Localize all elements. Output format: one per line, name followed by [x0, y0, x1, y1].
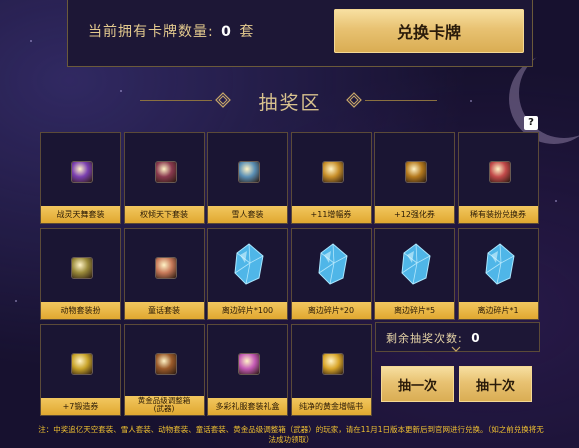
- prize-label: +12强化券: [375, 206, 454, 223]
- prize-cell[interactable]: 离边碎片*1: [457, 228, 539, 320]
- draw-ten-button[interactable]: 抽十次: [459, 366, 532, 402]
- animal-costume-box-icon: [72, 258, 92, 278]
- snowman-costume-box-icon: [239, 162, 259, 182]
- prize-cell[interactable]: 离边碎片*100: [207, 228, 288, 320]
- purple-costume-box-icon: [155, 162, 176, 182]
- prize-cell[interactable]: 离边碎片*20: [290, 228, 372, 320]
- blue-crystal-icon: [401, 243, 431, 285]
- prize-cell[interactable]: 权倾天下套装: [123, 132, 205, 224]
- draw-panel: 剩余抽奖次数: 0 抽一次 抽十次: [375, 322, 540, 416]
- prize-cell[interactable]: +12强化券: [374, 132, 455, 224]
- card-count-value: 0: [221, 24, 232, 40]
- prize-label: 雪人套装: [208, 206, 287, 223]
- card-count-text: 当前拥有卡牌数量: 0 套: [88, 21, 254, 41]
- prize-label: 离边碎片*20: [291, 302, 371, 319]
- amplify-ticket-icon: [322, 162, 343, 182]
- footnote: 注：中奖追亿天空套装、雪人套装、动物套装、童话套装、黄金品级调整箱（武器）的玩家…: [38, 425, 544, 444]
- forge-ticket-icon: [72, 354, 92, 374]
- prize-label: 多彩礼服套装礼盒: [208, 398, 287, 415]
- prize-label: 战灵天舞套装: [41, 206, 120, 223]
- prize-cell[interactable]: +11增幅券: [290, 132, 372, 224]
- prize-label: 离边碎片*1: [458, 302, 538, 319]
- prize-label: 离边碎片*100: [208, 302, 287, 319]
- redeem-cards-button[interactable]: 兑换卡牌: [334, 9, 524, 53]
- prize-cell[interactable]: 童话套装: [123, 228, 205, 320]
- diamond-ornament-icon: [215, 92, 231, 108]
- blue-crystal-icon: [234, 243, 264, 285]
- gold-amplify-book-icon: [322, 354, 343, 374]
- gold-adjust-box-icon: [155, 354, 176, 374]
- prize-cell[interactable]: 战灵天舞套装: [40, 132, 121, 224]
- chevron-down-icon: [451, 346, 461, 352]
- prize-cell[interactable]: 雪人套装: [207, 132, 288, 224]
- prize-cell[interactable]: +7锻造券: [40, 324, 121, 416]
- divider-line-right: [365, 100, 437, 101]
- draw-once-button[interactable]: 抽一次: [381, 366, 454, 402]
- remaining-draws-text: 剩余抽奖次数: 0: [386, 330, 481, 346]
- fairytale-costume-box-icon: [155, 258, 176, 278]
- help-icon[interactable]: ?: [524, 116, 538, 130]
- prize-cell[interactable]: 多彩礼服套装礼盒: [207, 324, 288, 416]
- divider-line-left: [140, 100, 212, 101]
- prize-label: 黄金品级调整箱 (武器): [124, 396, 204, 415]
- background-sparkle: [30, 40, 32, 42]
- background-sparkle: [15, 300, 17, 302]
- remaining-draws-label: 剩余抽奖次数:: [386, 332, 463, 345]
- prize-cell[interactable]: 黄金品级调整箱 (武器): [123, 324, 205, 416]
- prize-label: 纯净的黄金增幅书: [291, 398, 371, 415]
- lottery-section-header: 抽奖区: [0, 86, 579, 116]
- enhance-ticket-icon: [406, 162, 426, 182]
- prize-label: 离边碎片*5: [375, 302, 454, 319]
- blue-crystal-icon: [484, 243, 515, 285]
- prize-label: 动物套装扮: [41, 302, 120, 319]
- prize-label: 稀有装扮兑换券: [458, 206, 538, 223]
- prize-label: +7锻造券: [41, 398, 120, 415]
- lottery-section-title: 抽奖区: [258, 92, 322, 114]
- purple-costume-box-icon: [72, 162, 92, 182]
- prize-label: 童话套装: [124, 302, 204, 319]
- prize-label: 权倾天下套装: [124, 206, 204, 223]
- prize-cell[interactable]: 动物套装扮: [40, 228, 121, 320]
- colorful-gift-box-icon: [239, 354, 259, 374]
- card-count-bar: 当前拥有卡牌数量: 0 套 兑换卡牌: [67, 0, 533, 67]
- prize-cell[interactable]: 纯净的黄金增幅书: [290, 324, 372, 416]
- blue-crystal-icon: [317, 243, 348, 285]
- background-sparkle: [555, 200, 557, 202]
- prize-label: +11增幅券: [291, 206, 371, 223]
- diamond-ornament-icon: [346, 92, 362, 108]
- prize-cell[interactable]: 稀有装扮兑换券: [457, 132, 539, 224]
- prize-cell[interactable]: 离边碎片*5: [374, 228, 455, 320]
- card-count-unit: 套: [239, 24, 255, 40]
- rare-avatar-voucher-icon: [489, 162, 510, 182]
- card-count-label: 当前拥有卡牌数量:: [88, 24, 214, 40]
- remaining-draws-value: 0: [471, 331, 481, 345]
